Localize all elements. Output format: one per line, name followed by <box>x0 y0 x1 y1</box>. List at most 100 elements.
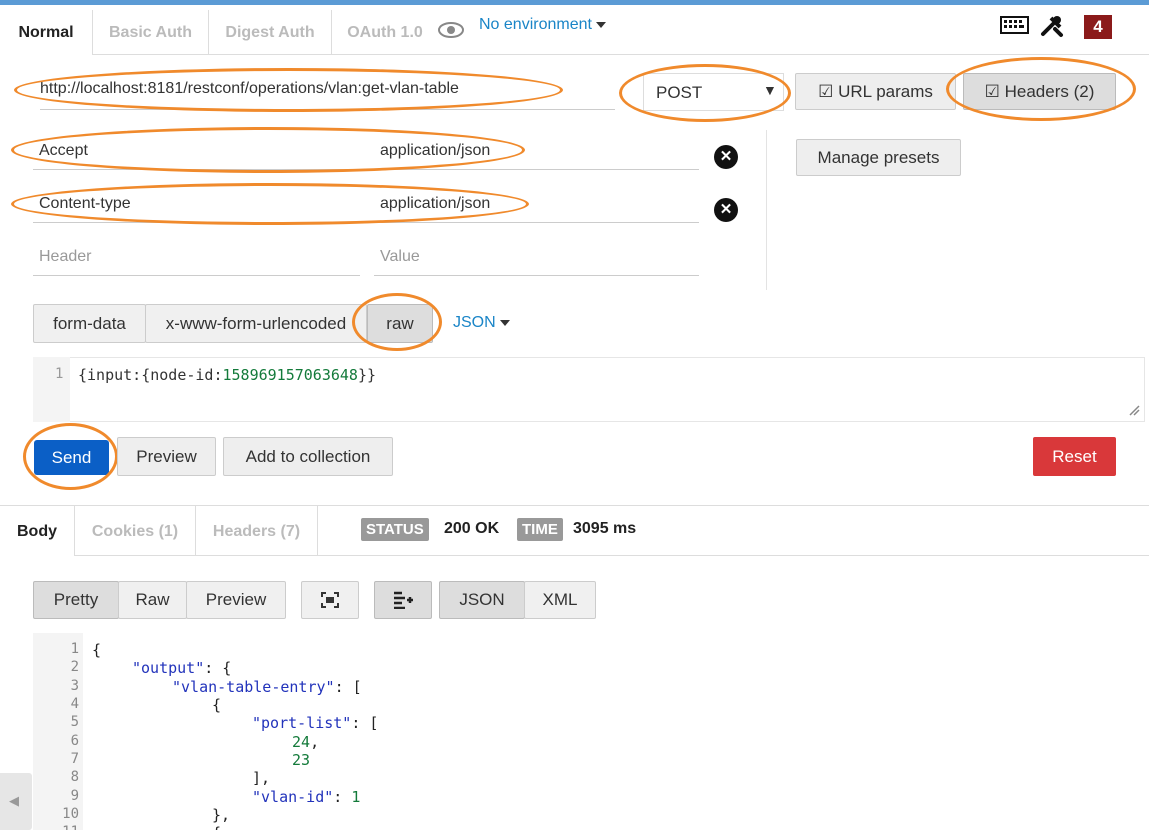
view-preview-button[interactable]: Preview <box>186 581 286 619</box>
code-line: 23 <box>292 751 310 769</box>
manage-presets-button[interactable]: Manage presets <box>796 139 961 176</box>
body-tab-form-data[interactable]: form-data <box>33 304 146 343</box>
divider <box>766 130 767 290</box>
body-tab-raw[interactable]: raw <box>367 304 433 343</box>
response-tab-headers[interactable]: Headers (7) <box>196 506 318 556</box>
header-value: application/json <box>380 142 491 159</box>
line-number: 5 <box>70 714 79 730</box>
edit-icon: ☑ <box>984 82 1000 101</box>
line-number: 4 <box>70 696 79 712</box>
notification-badge[interactable]: 4 <box>1084 15 1112 39</box>
code-line: { <box>212 824 221 830</box>
code-prefix: {input:{node-id: <box>78 366 223 384</box>
raw-format-label: JSON <box>453 314 496 331</box>
response-tab-body[interactable]: Body <box>0 506 75 556</box>
headers-button-label: Headers (2) <box>1004 82 1095 101</box>
line-number: 9 <box>70 788 79 804</box>
code-line: "output": { <box>132 659 231 677</box>
code-line: "vlan-id": 1 <box>252 788 360 806</box>
node-id-value: 158969157063648 <box>222 366 358 384</box>
json-number: 23 <box>292 751 311 769</box>
new-header-value-field[interactable]: Value <box>374 244 699 276</box>
chevron-down-icon <box>499 319 510 326</box>
line-number: 3 <box>70 678 79 694</box>
method-select[interactable]: POST ▼ <box>643 73 784 111</box>
resize-handle-icon[interactable] <box>1128 404 1140 416</box>
add-to-collection-button[interactable]: Add to collection <box>223 437 393 476</box>
url-params-label: URL params <box>838 82 933 101</box>
line-number: 8 <box>70 769 79 785</box>
line-number: 11 <box>33 824 79 830</box>
send-button[interactable]: Send <box>34 440 109 475</box>
json-key: "vlan-id" <box>252 788 334 806</box>
tab-normal[interactable]: Normal <box>0 10 93 55</box>
body-tab-urlencoded[interactable]: x-www-form-urlencoded <box>145 304 367 343</box>
keyboard-icon[interactable] <box>1000 15 1029 35</box>
header-value-field[interactable]: application/json <box>374 138 699 170</box>
code-line: "vlan-table-entry": [ <box>172 678 362 696</box>
response-tab-cookies[interactable]: Cookies (1) <box>75 506 196 556</box>
preview-button[interactable]: Preview <box>117 437 216 476</box>
header-key-field[interactable]: Content-type <box>33 191 360 223</box>
code-line: }, <box>212 806 231 824</box>
chevron-left-icon: ◀ <box>9 793 19 808</box>
url-value: http://localhost:8181/restconf/operation… <box>40 80 459 97</box>
time-badge: TIME <box>517 518 563 541</box>
url-input[interactable]: http://localhost:8181/restconf/operation… <box>40 80 615 110</box>
wrap-lines-icon <box>394 591 413 610</box>
json-punct: , <box>310 733 320 751</box>
new-header-key-field[interactable]: Header <box>33 244 360 276</box>
fullscreen-icon <box>321 592 339 608</box>
code-suffix: }} <box>357 366 377 384</box>
tab-basic-auth[interactable]: Basic Auth <box>93 10 209 55</box>
header-key: Content-type <box>39 195 131 212</box>
view-pretty-button[interactable]: Pretty <box>33 581 119 619</box>
code-line: "port-list": [ <box>252 714 378 732</box>
time-value: 3095 ms <box>573 520 637 537</box>
json-punct: : [ <box>334 678 362 696</box>
line-number: 6 <box>70 733 79 749</box>
edit-icon: ☑ <box>818 82 834 101</box>
status-badge: STATUS <box>361 518 429 541</box>
settings-tools-icon[interactable] <box>1040 14 1064 38</box>
wrap-lines-button[interactable] <box>374 581 432 619</box>
header-value: application/json <box>380 195 491 212</box>
code-line: ], <box>252 769 271 787</box>
sidebar-toggle[interactable]: ◀ <box>0 773 32 830</box>
code-line: { <box>212 696 222 714</box>
view-raw-button[interactable]: Raw <box>118 581 187 619</box>
environment-label: No environment <box>479 16 592 33</box>
remove-header-icon[interactable]: ✕ <box>714 198 738 222</box>
url-params-button[interactable]: ☑ URL params <box>795 73 956 110</box>
raw-body-code: {input:{node-id:158969157063648}} <box>78 366 376 384</box>
format-xml-button[interactable]: XML <box>524 581 596 619</box>
line-number: 10 <box>62 806 79 822</box>
remove-header-icon[interactable]: ✕ <box>714 145 738 169</box>
editor-gutter <box>33 357 70 422</box>
headers-button[interactable]: ☑ Headers (2) <box>963 73 1116 110</box>
tab-oauth[interactable]: OAuth 1.0 <box>332 10 438 55</box>
status-value: 200 OK <box>444 520 500 537</box>
eye-icon[interactable] <box>437 21 465 39</box>
chevron-down-icon <box>595 21 606 28</box>
json-punct: : { <box>204 659 232 677</box>
header-placeholder: Header <box>39 248 92 265</box>
json-punct: : [ <box>351 714 379 732</box>
header-key-field[interactable]: Accept <box>33 138 360 170</box>
code-line: { <box>92 641 102 659</box>
value-placeholder: Value <box>380 248 420 265</box>
format-json-button[interactable]: JSON <box>439 581 525 619</box>
environment-selector[interactable]: No environment <box>479 16 606 34</box>
method-value: POST <box>656 83 703 102</box>
json-punct: : <box>333 788 352 806</box>
code-line: 24, <box>292 733 319 751</box>
line-number: 2 <box>70 659 79 675</box>
header-value-field[interactable]: application/json <box>374 191 699 223</box>
tab-digest-auth[interactable]: Digest Auth <box>209 10 332 55</box>
line-number: 1 <box>70 641 79 657</box>
json-key: "port-list" <box>252 714 352 732</box>
raw-format-selector[interactable]: JSON <box>453 314 510 332</box>
reset-button[interactable]: Reset <box>1033 437 1116 476</box>
fullscreen-button[interactable] <box>301 581 359 619</box>
caret-down-icon: ▼ <box>763 82 777 98</box>
